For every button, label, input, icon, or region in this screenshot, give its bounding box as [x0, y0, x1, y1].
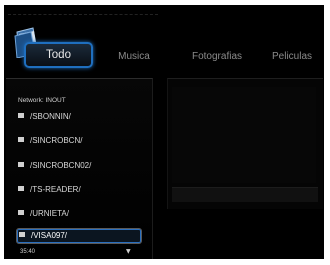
folder-icon	[19, 232, 25, 238]
folder-list-item[interactable]: /SINCROBCN/	[16, 134, 140, 148]
folder-name: /SINCROBCN/	[30, 136, 83, 145]
folder-name: /TS-READER/	[30, 185, 81, 194]
tab-fotografias[interactable]: Fotografias	[182, 47, 252, 67]
tab-todo[interactable]: Todo	[24, 42, 93, 68]
folder-name: /URNIETA/	[30, 209, 69, 218]
tab-musica[interactable]: Musica	[109, 47, 159, 67]
folder-list-item[interactable]: /URNIETA/	[16, 207, 140, 221]
folder-list-item[interactable]: /TS-READER/	[16, 183, 140, 197]
folder-icon	[18, 162, 24, 168]
folder-icon	[18, 186, 24, 192]
media-player-screen: Todo Musica Fotografias Peliculas Networ…	[4, 5, 324, 259]
clock-readout: 35:40	[20, 249, 36, 255]
folder-list-item-selected[interactable]: /VISA097/	[16, 228, 142, 244]
folder-icon	[18, 137, 24, 143]
folder-icon	[18, 210, 24, 216]
folder-name: /SBONNIN/	[30, 112, 71, 121]
folder-icon	[18, 113, 24, 119]
scroll-down-icon[interactable]: ▼	[126, 248, 131, 255]
folder-name: /SINCROBCN02/	[30, 161, 92, 170]
tab-peliculas[interactable]: Peliculas	[262, 47, 322, 67]
banner-text-decoration	[8, 8, 158, 15]
preview-area	[172, 87, 316, 183]
network-path-label: Network: INOUT	[18, 97, 66, 104]
folder-name: /VISA097/	[31, 231, 68, 240]
folder-list-item[interactable]: /SINCROBCN02/	[16, 159, 140, 173]
folder-list-item[interactable]: /SBONNIN/	[16, 110, 140, 124]
info-bar	[172, 187, 318, 202]
